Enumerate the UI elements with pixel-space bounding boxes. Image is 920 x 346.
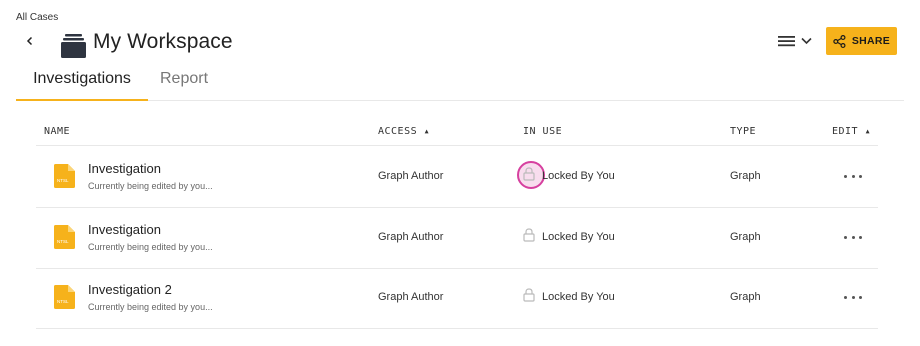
lock-icon: [523, 228, 535, 242]
investigation-subtitle: Currently being edited by you...: [88, 181, 213, 191]
investigation-subtitle: Currently being edited by you...: [88, 302, 213, 312]
lock-icon: [523, 167, 535, 181]
column-header-edit[interactable]: EDIT ▴: [832, 126, 871, 137]
document-icon: NTSL: [54, 225, 75, 249]
type-value: Graph: [730, 291, 761, 303]
investigation-name[interactable]: Investigation: [88, 161, 161, 176]
page-title: My Workspace: [93, 30, 233, 53]
investigation-subtitle: Currently being edited by you...: [88, 242, 213, 252]
column-header-name: NAME: [44, 126, 71, 137]
workspace-stack-icon: [61, 34, 86, 58]
document-icon-label: NTSL: [57, 239, 69, 244]
share-button[interactable]: SHARE: [826, 27, 897, 55]
breadcrumb[interactable]: All Cases: [16, 12, 58, 23]
table-row[interactable]: NTSL Investigation Currently being edite…: [36, 208, 878, 269]
in-use-status: Locked By You: [542, 291, 615, 303]
share-icon: [833, 34, 846, 48]
view-menu-button[interactable]: [778, 32, 818, 50]
table-row[interactable]: NTSL Investigation 2 Currently being edi…: [36, 268, 878, 329]
hamburger-menu-icon: [778, 36, 795, 47]
tab-report[interactable]: Report: [160, 70, 208, 101]
table-row[interactable]: NTSL Investigation Currently being edite…: [36, 147, 878, 208]
investigation-name[interactable]: Investigation 2: [88, 282, 172, 297]
in-use-status: Locked By You: [542, 170, 615, 182]
access-value: Graph Author: [378, 291, 444, 303]
document-icon: NTSL: [54, 164, 75, 188]
chevron-left-icon: [26, 36, 33, 46]
column-header-access[interactable]: ACCESS ▴: [378, 126, 430, 137]
table-header: NAME ACCESS ▴ IN USE TYPE EDIT ▴: [36, 118, 878, 146]
more-options-icon[interactable]: [844, 291, 862, 303]
access-value: Graph Author: [378, 170, 444, 182]
type-value: Graph: [730, 170, 761, 182]
document-icon-label: NTSL: [57, 299, 69, 304]
access-value: Graph Author: [378, 231, 444, 243]
type-value: Graph: [730, 231, 761, 243]
tab-investigations[interactable]: Investigations: [16, 70, 148, 101]
document-icon: NTSL: [54, 285, 75, 309]
column-header-in-use: IN USE: [523, 126, 563, 137]
chevron-down-icon: [801, 37, 812, 45]
back-button[interactable]: [22, 33, 38, 49]
more-options-icon[interactable]: [844, 170, 862, 182]
column-header-type: TYPE: [730, 126, 757, 137]
more-options-icon[interactable]: [844, 231, 862, 243]
tab-bar: Investigations Report: [16, 66, 904, 101]
in-use-status: Locked By You: [542, 231, 615, 243]
investigation-name[interactable]: Investigation: [88, 222, 161, 237]
share-button-label: SHARE: [851, 35, 891, 47]
lock-icon: [523, 288, 535, 302]
document-icon-label: NTSL: [57, 178, 69, 183]
